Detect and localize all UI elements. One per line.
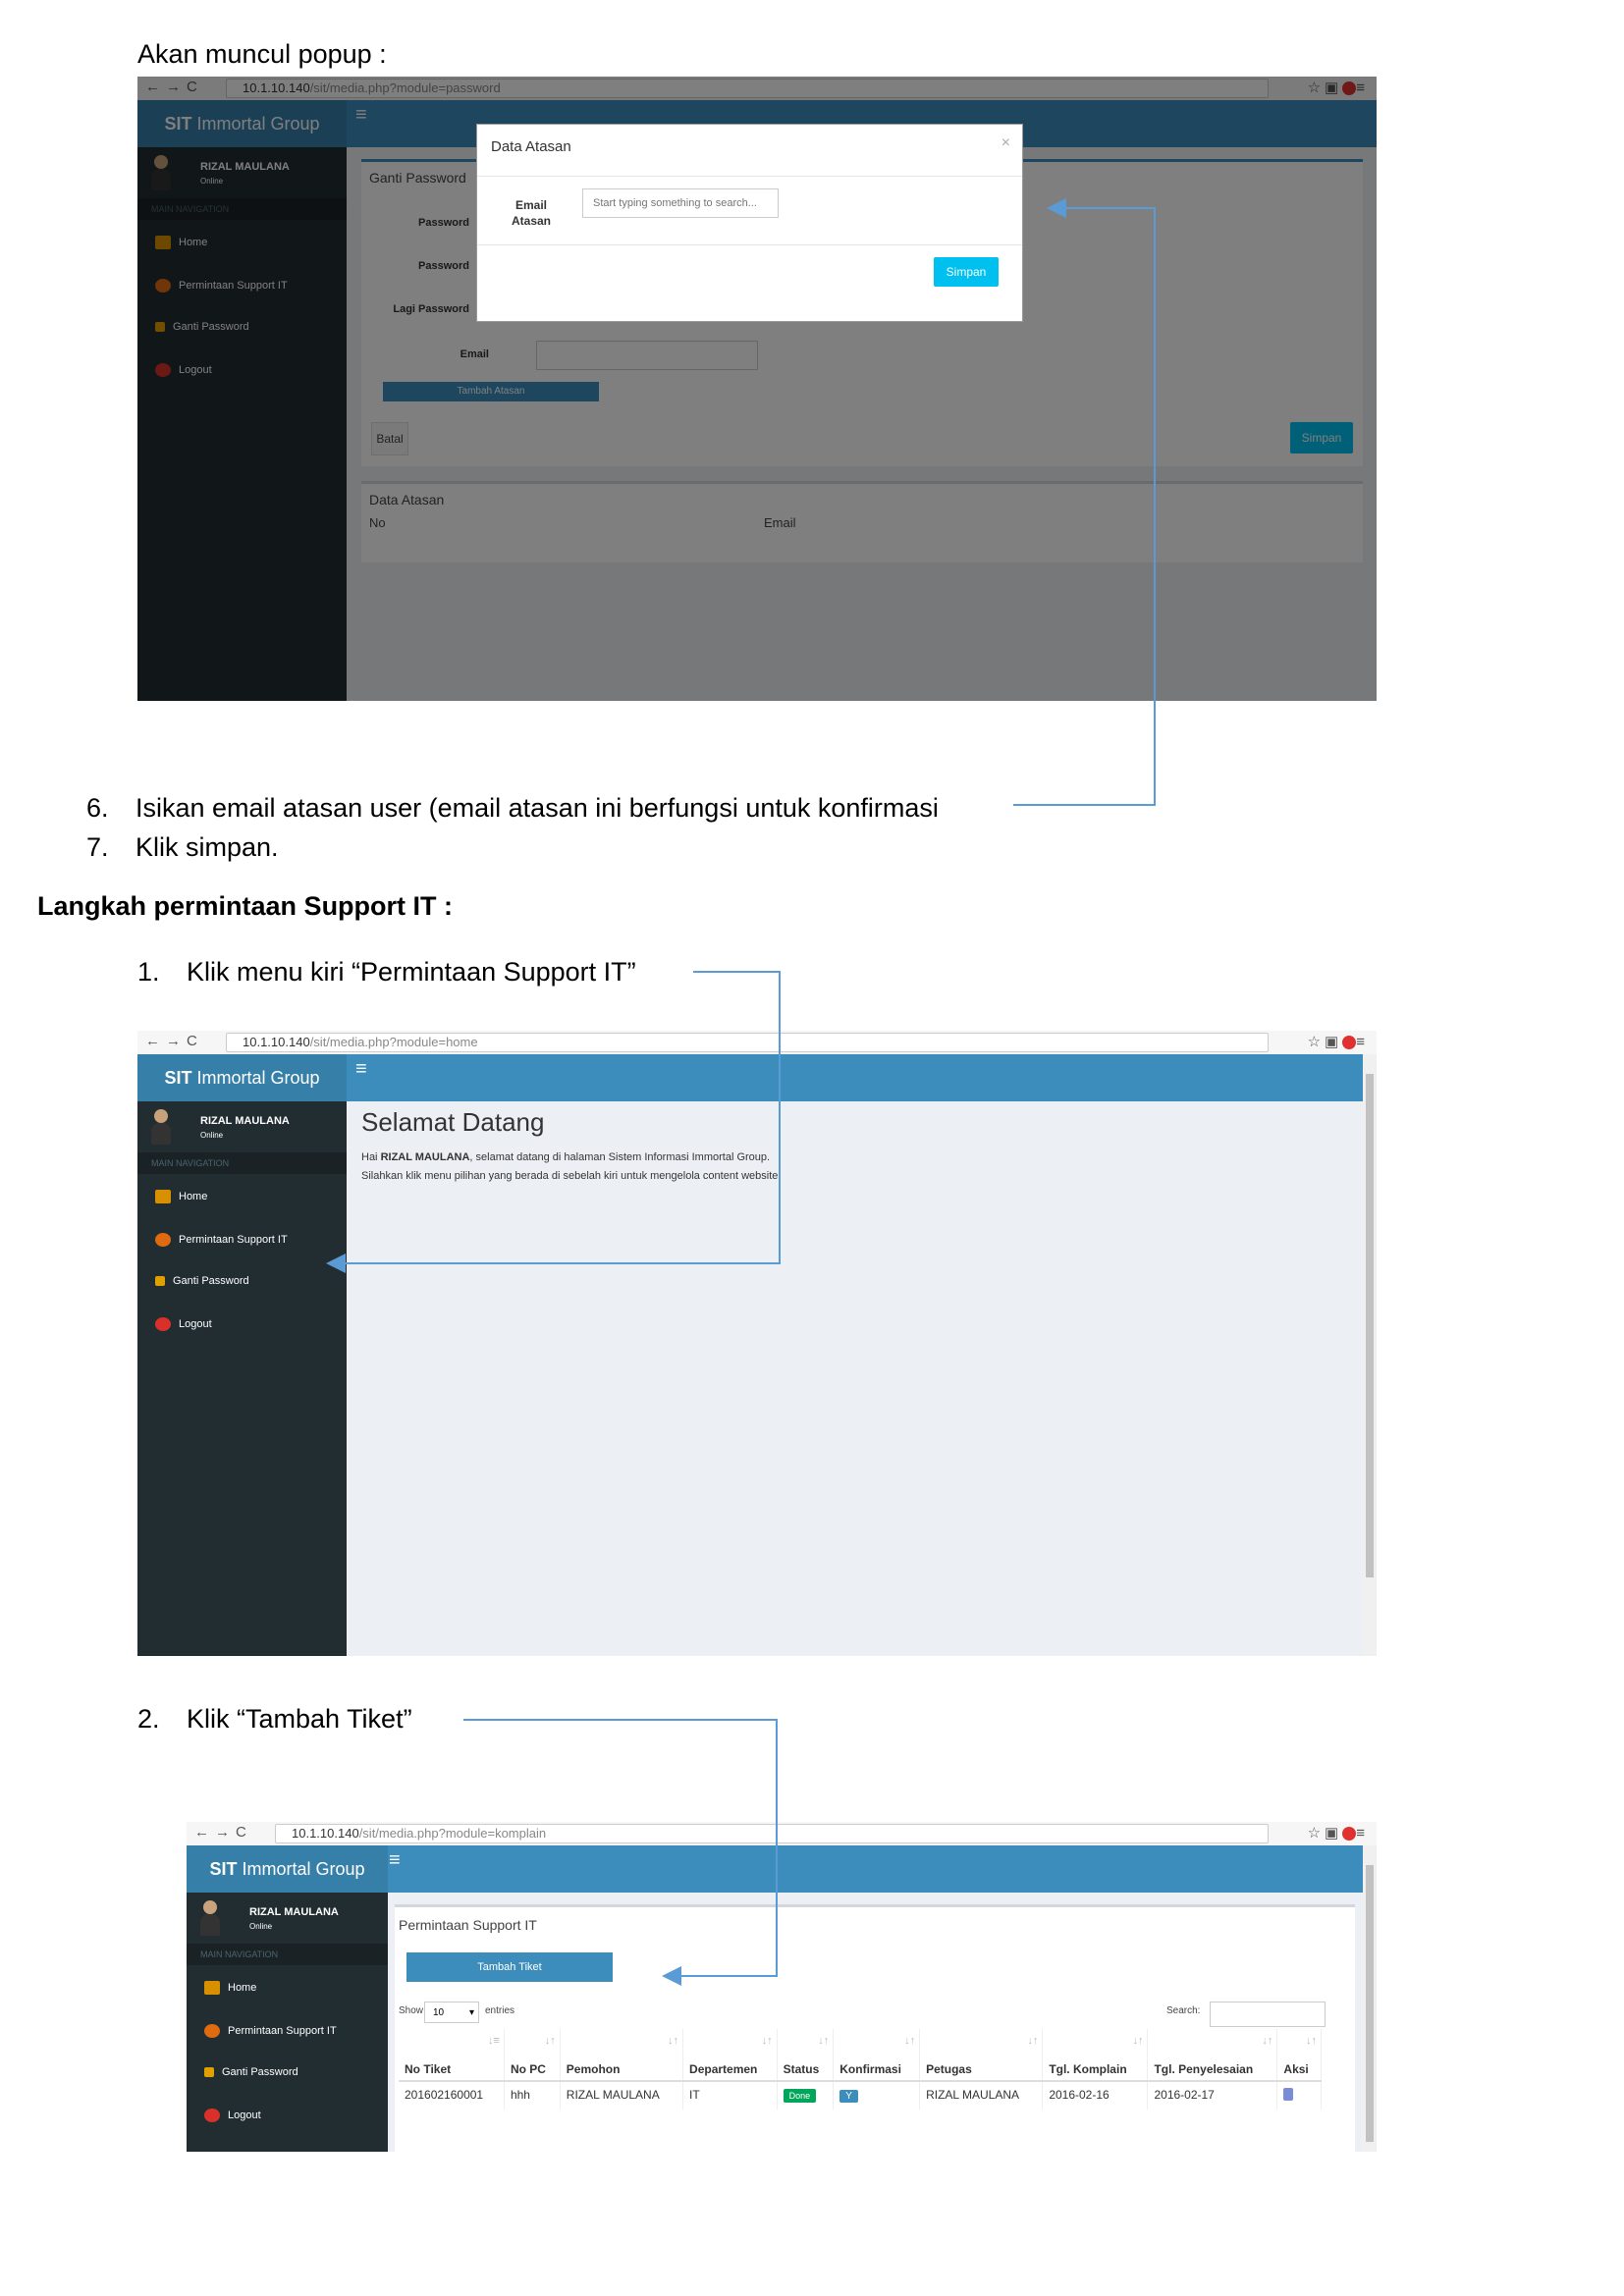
- arrow-support-step2: [463, 1719, 778, 1986]
- arrow-step6: [1013, 198, 1156, 806]
- callout-arrows: [326, 198, 1156, 1986]
- arrow-support-step1: [326, 971, 781, 1273]
